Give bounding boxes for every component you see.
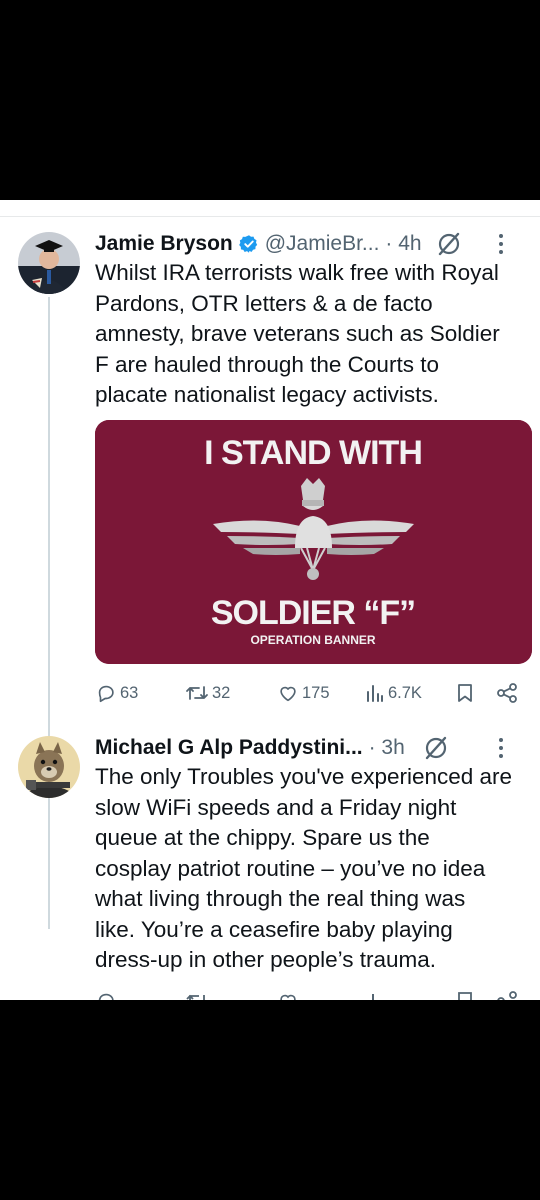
- views-icon[interactable]: [365, 990, 385, 1000]
- more-icon[interactable]: [498, 233, 504, 255]
- grok-icon[interactable]: [436, 231, 462, 257]
- text-line: queue at the chippy. Spare us the: [95, 825, 430, 850]
- avatar[interactable]: [18, 736, 80, 798]
- post-header: Jamie Bryson @JamieBr... · 4h: [95, 227, 520, 261]
- text-line: Pardons, OTR letters & a de facto: [95, 290, 433, 316]
- more-icon[interactable]: [498, 737, 504, 759]
- share-button[interactable]: [495, 680, 519, 706]
- views-icon: [367, 685, 383, 702]
- share-icon[interactable]: [495, 990, 519, 1000]
- text-line: dress-up in other people’s trauma.: [95, 947, 437, 972]
- banner-graphic: I STAND WITH SOLDIER “F” OPERATION BANNE…: [95, 420, 532, 664]
- reply-icon[interactable]: [95, 990, 117, 1000]
- views-button[interactable]: 6.7K: [365, 680, 422, 706]
- text-line: cosplay patriot routine – you’ve no idea: [95, 855, 486, 881]
- action-bar: 63 32 175 6.7K: [95, 680, 525, 706]
- like-icon: [280, 686, 296, 702]
- share-icon: [497, 683, 517, 703]
- post-image[interactable]: I STAND WITH SOLDIER “F” OPERATION BANNE…: [95, 420, 532, 664]
- bookmark-button[interactable]: [455, 680, 475, 706]
- banner-subject: SOLDIER “F”: [211, 594, 415, 632]
- avatar[interactable]: [18, 232, 80, 294]
- text-line: F are hauled through the Courts to: [95, 351, 439, 377]
- text-line: placate nationalist legacy activists.: [95, 382, 439, 407]
- timeline: Jamie Bryson @JamieBr... · 4h Whilst IRA…: [0, 200, 540, 1000]
- grok-icon[interactable]: [423, 735, 449, 761]
- post-text: The only Troubles you've experienced are…: [95, 762, 535, 976]
- text-line: slow WiFi speeds and a Friday night: [95, 794, 457, 820]
- post-time[interactable]: · 4h: [385, 232, 421, 256]
- repost-icon[interactable]: [185, 990, 209, 1000]
- like-button[interactable]: 175: [277, 680, 330, 706]
- view-count: 6.7K: [388, 683, 422, 702]
- author-handle[interactable]: @JamieBr...: [265, 232, 380, 256]
- bookmark-icon: [458, 684, 472, 702]
- reply-icon: [98, 685, 114, 703]
- verified-badge-icon: [238, 235, 257, 253]
- action-bar: [95, 990, 525, 1000]
- text-line: amnesty, brave veterans such as Soldier: [95, 321, 500, 346]
- repost-button[interactable]: 32: [185, 680, 230, 706]
- repost-count: 32: [212, 683, 231, 702]
- text-line: what living through the real thing was: [95, 886, 466, 911]
- post[interactable]: Jamie Bryson @JamieBr... · 4h Whilst IRA…: [0, 200, 540, 720]
- post-time[interactable]: · 3h: [369, 736, 405, 760]
- text-line: like. You’re a ceasefire baby playing: [95, 916, 453, 942]
- reply-button[interactable]: 63: [95, 680, 138, 706]
- text-line: Whilst IRA terrorists walk free with Roy…: [95, 260, 499, 285]
- bookmark-icon[interactable]: [455, 990, 475, 1000]
- text-line: The only Troubles you've experienced are: [95, 764, 513, 789]
- repost-icon: [186, 686, 208, 700]
- post-header: Michael G Alp Paddystini... · 3h: [95, 731, 520, 765]
- banner-caption: OPERATION BANNER: [250, 633, 375, 647]
- banner-title: I STAND WITH: [204, 434, 422, 472]
- reply-count: 63: [120, 683, 139, 702]
- like-icon[interactable]: [277, 990, 299, 1000]
- author-name[interactable]: Jamie Bryson: [95, 232, 233, 256]
- post[interactable]: Michael G Alp Paddystini... · 3h The onl…: [0, 720, 540, 1000]
- post-text: Whilst IRA terrorists walk free with Roy…: [95, 258, 535, 411]
- like-count: 175: [302, 683, 330, 702]
- author-name[interactable]: Michael G Alp Paddystini...: [95, 736, 363, 760]
